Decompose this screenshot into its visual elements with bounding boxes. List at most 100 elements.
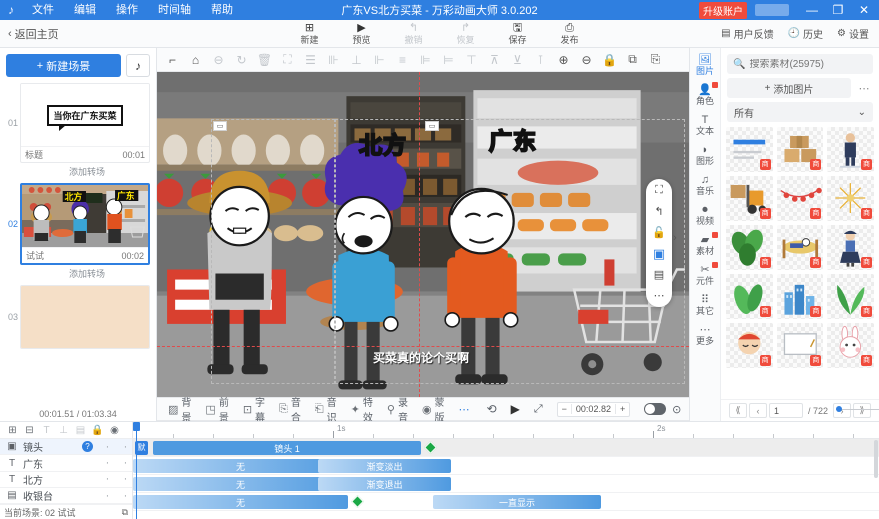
asset-options-icon[interactable]: ⋯ (855, 78, 873, 98)
tab-text[interactable]: T 文本 (689, 112, 721, 139)
panel-expand-chevron-icon[interactable]: › (673, 232, 677, 244)
stage-label-guangdong[interactable]: 广东 (488, 122, 537, 156)
current-time-value[interactable]: 00:02.82 (570, 404, 616, 414)
asset-item[interactable]: 商 (726, 274, 773, 319)
keyframe-marker[interactable] (424, 441, 437, 454)
track-visibility-toggle[interactable]: · (119, 441, 132, 452)
scene-music-button[interactable]: ♪ (126, 54, 150, 77)
playhead[interactable] (133, 422, 140, 519)
play-icon[interactable]: ▶ (511, 402, 520, 416)
tab-image[interactable]: 🖼 图片 (689, 52, 721, 79)
scene-list[interactable]: 01 当你在广东买菜 标题 00:01 添加转场 02 北方 广东 试试 00:… (0, 83, 156, 407)
group-icon[interactable]: ⛶ (276, 49, 299, 71)
preview-button[interactable]: ▶ 预览 (345, 22, 379, 45)
search-box[interactable]: 🔍 (727, 54, 873, 74)
copy-scene-icon[interactable]: ⧉ (122, 507, 128, 518)
redo-button[interactable]: ↱ 恢复 (449, 22, 483, 45)
new-scene-button[interactable]: + 新建场景 (6, 54, 121, 77)
settings-button[interactable]: ⚙ 设置 (837, 26, 869, 41)
distribute-horizontal-icon[interactable]: ⊩ (368, 49, 391, 71)
track-lock-toggle[interactable]: · (101, 474, 114, 485)
back-to-home-button[interactable]: ‹ 返回主页 (0, 26, 59, 42)
time-minus-button[interactable]: − (558, 404, 571, 414)
category-filter-select[interactable]: 所有 ⌄ (727, 102, 873, 122)
timeline-zoom-slider[interactable] (836, 406, 879, 412)
send-back-icon[interactable]: ⊼ (483, 49, 506, 71)
add-transition-button[interactable]: 添加转场 (6, 265, 150, 283)
screen-icon[interactable]: ▣ (653, 246, 665, 261)
stage-label-north[interactable]: 北方 (358, 126, 407, 160)
tab-other[interactable]: ⠿ 其它 (689, 292, 721, 319)
text-track-icon[interactable]: T (38, 422, 55, 438)
object-float-toolbar[interactable]: ⛶ ↰ 🔓 ▣ ▤ ⋯ (646, 179, 672, 307)
camera-marker-icon-1[interactable]: ▭ (213, 121, 227, 131)
save-button[interactable]: 🖫 保存 (501, 22, 535, 45)
foreground-button[interactable]: ◳ 前景 (198, 394, 235, 424)
asset-item[interactable]: 商 (776, 176, 824, 221)
asset-item[interactable]: 商 (827, 323, 874, 368)
asset-item[interactable]: 商 (776, 274, 824, 319)
zoom-in-icon[interactable]: ⊕ (552, 49, 575, 71)
track-header-guangdong[interactable]: T 广东 · · (0, 455, 132, 472)
track-header-camera[interactable]: ▣ 镜头 ? · · (0, 439, 132, 456)
timeline-row-camera[interactable]: 默 镜头 1 (133, 439, 879, 457)
user-avatar[interactable] (755, 4, 789, 16)
asset-item[interactable]: 商 (827, 274, 874, 319)
asset-item[interactable]: 商 (827, 127, 874, 172)
menu-operate[interactable]: 操作 (106, 0, 148, 20)
record-button[interactable]: ⚲ 录音 (380, 394, 415, 424)
asset-item[interactable]: 商 (776, 323, 824, 368)
timeline-clip[interactable]: 渐变退出 (318, 477, 451, 491)
timeline-row-guangdong[interactable]: 无 渐变淡出 (133, 457, 879, 475)
timeline-clip[interactable]: 镜头 1 (153, 441, 421, 455)
publish-button[interactable]: ⎙ 发布 (553, 22, 587, 45)
scene-item-03[interactable]: 03 (6, 285, 150, 349)
camera-marker-icon-2[interactable]: ▭ (425, 121, 439, 131)
fullscreen-icon[interactable]: ⤢ (534, 403, 543, 416)
user-feedback-button[interactable]: ▤ 用户反馈 (721, 26, 773, 41)
timeline-ruler[interactable]: 1s 2s (133, 422, 879, 439)
add-transition-button[interactable]: 添加转场 (6, 163, 150, 181)
page-number-input[interactable]: 1 (768, 403, 803, 418)
asset-item[interactable]: 商 (776, 225, 824, 270)
stage-subtitle[interactable]: 买菜真的论个买啊 (373, 349, 469, 366)
effects-button[interactable]: ✦ 特效 (344, 394, 380, 424)
timeline-row-north[interactable]: 无 渐变退出 (133, 475, 879, 493)
duplicate-track-icon[interactable]: ⊟ (21, 422, 38, 438)
snapshot-icon[interactable]: ⊙ (666, 398, 687, 420)
track-visibility-toggle[interactable]: · (119, 490, 132, 501)
flip-horizontal-icon[interactable]: ⊻ (506, 49, 529, 71)
tab-assets[interactable]: ▰ 素材 (689, 231, 721, 259)
unlock-icon[interactable]: 🔓 (652, 226, 666, 239)
rotate-icon[interactable]: ↰ (654, 205, 663, 218)
minimize-button[interactable]: — (799, 0, 825, 20)
flip-vertical-icon[interactable]: ⊺ (529, 49, 552, 71)
timeline-row-cashier[interactable]: 无 一直显示 (133, 493, 879, 511)
time-plus-button[interactable]: + (616, 404, 629, 414)
delete-track-icon[interactable]: ▤ (72, 422, 89, 438)
menu-edit[interactable]: 编辑 (64, 0, 106, 20)
tab-video[interactable]: ⏺ 视频 (689, 202, 721, 229)
asset-item[interactable]: 商 (726, 127, 773, 172)
tab-character[interactable]: 👤 角色 (689, 81, 721, 109)
timeline-clip[interactable]: 无 (133, 477, 348, 491)
upgrade-account-button[interactable]: 升级账户 (699, 1, 747, 19)
more-tools-button[interactable]: ⋯ (452, 403, 477, 416)
rotate-icon[interactable]: ↻ (230, 49, 253, 71)
timeline-scrollbar[interactable] (874, 440, 878, 478)
timeline-clip[interactable]: 一直显示 (433, 495, 601, 509)
prev-page-button[interactable]: ‹ (748, 403, 767, 418)
menu-timeline[interactable]: 时间轴 (148, 0, 201, 20)
timeline-clip[interactable]: 渐变淡出 (318, 459, 451, 473)
scene-thumbnail[interactable] (20, 285, 150, 349)
timeline-clip[interactable]: 无 (133, 459, 348, 473)
visibility-eye-icon[interactable]: ◉ (106, 422, 123, 438)
new-button[interactable]: ⊞ 新建 (293, 22, 327, 45)
align-track-icon[interactable]: ⊥ (55, 422, 72, 438)
time-stepper[interactable]: − 00:02.82 + (556, 401, 631, 417)
more-icon[interactable]: ⋯ (654, 289, 665, 302)
paste-icon[interactable]: ⎘ (644, 49, 667, 71)
align-horizontal-left-icon[interactable]: ☰ (299, 49, 322, 71)
track-header-cashier[interactable]: ▤ 收银台 · · (0, 488, 132, 505)
zoom-out-icon[interactable]: ⊖ (575, 49, 598, 71)
